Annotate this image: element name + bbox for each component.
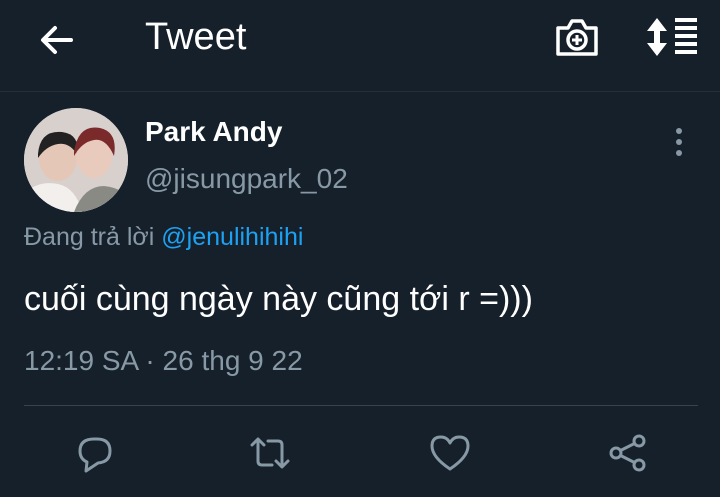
avatar[interactable]: [24, 108, 128, 212]
more-options-icon[interactable]: [669, 126, 689, 158]
author-handle[interactable]: @jisungpark_02: [145, 163, 348, 195]
back-arrow-icon[interactable]: [37, 20, 77, 60]
tweet-timestamp: 12:19 SA · 26 thg 9 22: [24, 345, 303, 376]
sort-icon[interactable]: [645, 17, 699, 57]
author-name[interactable]: Park Andy: [145, 116, 282, 148]
reply-context: Đang trả lời @jenulihihihi: [24, 223, 303, 252]
retweet-icon[interactable]: [248, 431, 292, 475]
reply-icon[interactable]: [73, 431, 117, 475]
add-photo-icon[interactable]: [554, 16, 600, 58]
like-icon[interactable]: [428, 431, 472, 475]
share-icon[interactable]: [606, 431, 650, 475]
page-title: Tweet: [145, 16, 247, 58]
tweet-text: cuối cùng ngày này cũng tới r =))): [24, 280, 533, 318]
reply-mention-link[interactable]: @jenulihihihi: [161, 223, 303, 251]
top-bar: Tweet: [0, 0, 720, 92]
reply-prefix: Đang trả lời: [24, 223, 155, 251]
divider: [24, 405, 698, 406]
